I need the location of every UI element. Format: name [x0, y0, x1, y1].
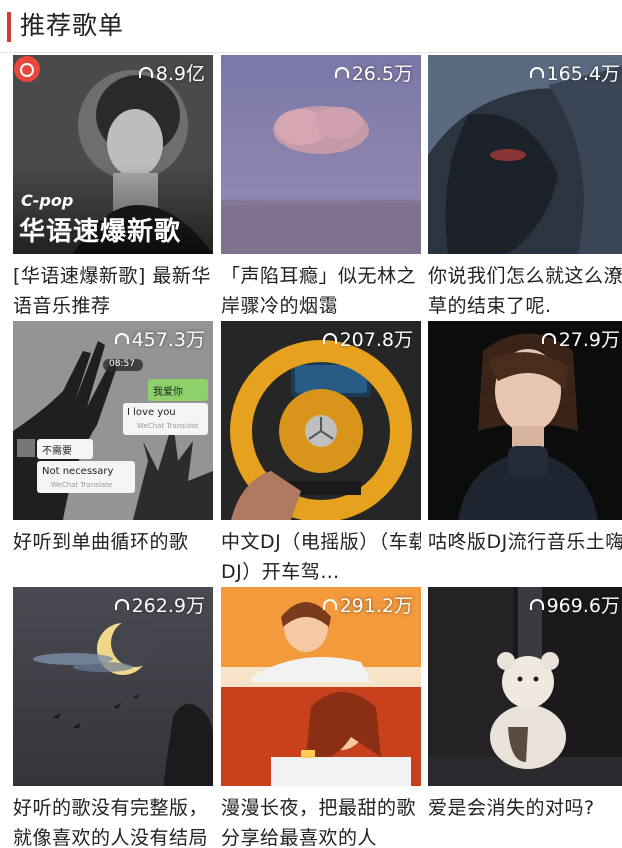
play-count-value: 26.5万 [351, 63, 413, 85]
playlist-cover[interactable]: 291.2万 [221, 587, 421, 786]
playlist-title[interactable]: 漫漫长夜，把最甜的歌分享给最喜欢的人 [221, 793, 421, 848]
playlist-card[interactable]: 291.2万 漫漫长夜，把最甜的歌分享给最喜欢的人 [221, 587, 421, 848]
play-count: 969.6万 [529, 593, 620, 619]
play-count-value: 969.6万 [546, 595, 620, 617]
playlist-title[interactable]: 「声陷耳瘾」似无林之岸骤冷的烟霭 [221, 261, 421, 323]
play-count: 165.4万 [529, 61, 620, 87]
play-count: 457.3万 [114, 327, 205, 353]
playlist-title[interactable]: 你说我们怎么就这么潦草的结束了呢. [428, 261, 622, 323]
playlist-title[interactable]: 中文DJ（电摇版）（车载DJ）开车驾… [221, 527, 421, 589]
chat-time: 08:57 [109, 359, 135, 369]
chat-bubble: Not necessary [42, 466, 114, 477]
play-count: 262.9万 [114, 593, 205, 619]
playlist-card[interactable]: 262.9万 好听的歌没有完整版，就像喜欢的人没有结局 [13, 587, 213, 848]
playlist-card[interactable]: 207.8万 中文DJ（电摇版）（车载DJ）开车驾… [221, 321, 421, 589]
cover-title: 华语速爆新歌 [19, 217, 182, 247]
playlist-title[interactable]: 爱是会消失的对吗? [428, 793, 622, 848]
playlist-card[interactable]: 165.4万 你说我们怎么就这么潦草的结束了呢. [428, 55, 622, 323]
chat-note: WeChat Translate [51, 481, 113, 489]
play-count-value: 207.8万 [339, 329, 413, 351]
playlist-title[interactable]: 好听的歌没有完整版，就像喜欢的人没有结局 [13, 793, 213, 848]
headphones-icon [322, 333, 337, 344]
playlist-title[interactable]: [华语速爆新歌] 最新华语音乐推荐 [13, 261, 213, 323]
playlist-cover[interactable]: 08:57 我爱你 I love you WeChat Translate 不需… [13, 321, 213, 520]
headphones-icon [138, 67, 153, 78]
headphones-icon [322, 599, 337, 610]
playlist-cover[interactable]: C-pop 华语速爆新歌 8.9亿 [13, 55, 213, 254]
playlist-title[interactable]: 咕咚版DJ流行音乐土嗨 [428, 527, 622, 589]
play-count-value: 27.9万 [558, 329, 620, 351]
play-count: 27.9万 [541, 327, 620, 353]
chat-bubble: 我爱你 [153, 387, 183, 398]
headphones-icon [114, 599, 129, 610]
playlist-card[interactable]: 08:57 我爱你 I love you WeChat Translate 不需… [13, 321, 213, 589]
playlist-card[interactable]: C-pop 华语速爆新歌 8.9亿 [华语速爆新歌] 最新华语音乐推荐 [13, 55, 213, 323]
headphones-icon [529, 599, 544, 610]
playlist-cover[interactable]: 207.8万 [221, 321, 421, 520]
playlist-card[interactable]: 27.9万 咕咚版DJ流行音乐土嗨 [428, 321, 622, 589]
chat-bubble: 不需要 [42, 446, 72, 457]
playlist-card[interactable]: 969.6万 爱是会消失的对吗? [428, 587, 622, 848]
play-count: 291.2万 [322, 593, 413, 619]
playlist-cover[interactable]: 262.9万 [13, 587, 213, 786]
playlist-cover[interactable]: 26.5万 [221, 55, 421, 254]
headphones-icon [114, 333, 129, 344]
play-count: 26.5万 [334, 61, 413, 87]
playlist-card[interactable]: 26.5万 「声陷耳瘾」似无林之岸骤冷的烟霭 [221, 55, 421, 323]
headphones-icon [541, 333, 556, 344]
headphones-icon [529, 67, 544, 78]
play-count-value: 165.4万 [546, 63, 620, 85]
play-count-value: 262.9万 [131, 595, 205, 617]
play-count-value: 291.2万 [339, 595, 413, 617]
headphones-icon [334, 67, 349, 78]
section-title: 推荐歌单 [20, 11, 125, 40]
play-count: 8.9亿 [138, 61, 205, 87]
play-count-value: 8.9亿 [155, 63, 205, 85]
playlist-cover[interactable]: 165.4万 [428, 55, 622, 254]
play-count: 207.8万 [322, 327, 413, 353]
playlist-cover[interactable]: 969.6万 [428, 587, 622, 786]
play-count-value: 457.3万 [131, 329, 205, 351]
header-accent-bar [7, 12, 11, 42]
chat-bubble: I love you [127, 407, 176, 418]
chat-note: WeChat Translate [137, 422, 199, 430]
section-header: 推荐歌单 [0, 0, 622, 53]
playlist-grid: C-pop 华语速爆新歌 8.9亿 [华语速爆新歌] 最新华语音乐推荐 26.5… [0, 53, 622, 848]
playlist-title[interactable]: 好听到单曲循环的歌 [13, 527, 213, 589]
playlist-cover[interactable]: 27.9万 [428, 321, 622, 520]
cover-tag: C-pop [21, 191, 74, 210]
